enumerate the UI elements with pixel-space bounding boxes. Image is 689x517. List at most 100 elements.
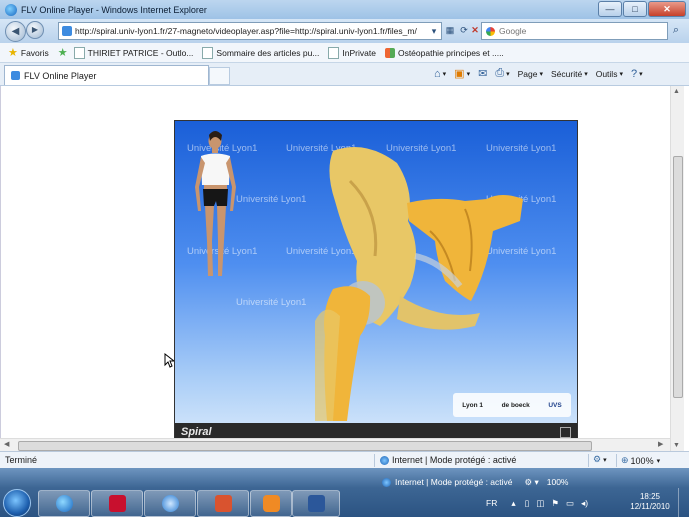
system-tray: FR ▴ ▯ ◫ ⚑ ▭ ◂): [486, 492, 588, 514]
search-icon[interactable]: ⌕: [669, 23, 683, 37]
protected-mode-button[interactable]: ⚙ ▾: [593, 454, 607, 465]
spiral-logo: Spiral: [181, 426, 212, 438]
taskbar-status: Internet | Mode protégé : activé ⚙ ▾ 100…: [382, 476, 569, 488]
status-bar: Terminé Internet | Mode protégé : activé…: [0, 451, 689, 469]
add-favorite-button[interactable]: ★: [58, 46, 71, 59]
address-dropdown-icon[interactable]: ▾: [427, 24, 441, 38]
tab-flv-online-player[interactable]: FLV Online Player: [4, 65, 209, 85]
tray-device-icon[interactable]: ▯: [525, 498, 530, 509]
tray-flag-icon[interactable]: ⚑: [551, 498, 559, 509]
printer-icon: ⎙: [495, 67, 505, 79]
window-title: FLV Online Player - Windows Internet Exp…: [21, 4, 207, 15]
clock-date: 12/11/2010: [630, 502, 670, 511]
tray-power-icon[interactable]: ▭: [566, 498, 574, 509]
quicktime-icon: [161, 495, 179, 512]
tab-bar: FLV Online Player ⌂ ▾ ▣ ▾ ✉ ⎙ ▾ Page ▾ Sécur…: [0, 63, 689, 86]
address-url[interactable]: http://spiral.univ-lyon1.fr/27-magneto/v…: [75, 26, 427, 36]
video-player[interactable]: Université Lyon1 Université Lyon1 Univer…: [174, 120, 578, 442]
page-favicon-icon: [11, 71, 20, 80]
site-icon: [384, 47, 395, 58]
presentation-icon: [214, 495, 232, 512]
back-button[interactable]: ◀: [5, 21, 26, 42]
scroll-left-icon[interactable]: ◀: [4, 440, 9, 448]
feeds-button[interactable]: ▣ ▾: [454, 67, 470, 80]
female-figure: [195, 131, 236, 276]
forward-button[interactable]: ▶: [26, 21, 44, 39]
vertical-scroll-thumb[interactable]: [673, 156, 683, 398]
mail-icon: ✉: [478, 68, 488, 80]
securite-menu[interactable]: Sécurité ▾: [551, 69, 588, 79]
tray-network-icon[interactable]: ◫: [536, 498, 544, 509]
print-button[interactable]: ⎙ ▾: [495, 67, 509, 80]
favorite-link-outlook[interactable]: THIRIET PATRICE - Outlo...: [73, 46, 193, 59]
mouse-cursor-icon: [164, 353, 174, 368]
page-icon: [328, 46, 340, 59]
page-favicon-icon: [62, 26, 72, 36]
anatomy-illustration: [195, 131, 523, 421]
page-menu[interactable]: Page ▾: [518, 69, 543, 79]
favorite-link-sommaire[interactable]: Sommaire des articles pu...: [202, 46, 319, 59]
command-bar: ⌂ ▾ ▣ ▾ ✉ ⎙ ▾ Page ▾ Sécurité ▾ Outils ▾ ? ▾: [426, 67, 643, 80]
navigation-bar: ◀ ▶ http://spiral.univ-lyon1.fr/27-magne…: [0, 19, 689, 43]
add-favorite-icon: ★: [57, 47, 68, 59]
taskbar-clock[interactable]: 18:25 12/11/2010: [628, 492, 672, 512]
settings-icon: ⚙: [593, 454, 602, 464]
windows-taskbar: Internet | Mode protégé : activé ⚙ ▾ 100…: [0, 468, 689, 517]
acrobat-reader-icon: [108, 495, 126, 512]
internet-explorer-icon: [55, 495, 73, 512]
zoom-indicator: 100%: [546, 477, 569, 487]
window-title-bar: FLV Online Player - Windows Internet Exp…: [0, 0, 689, 19]
zoom-control[interactable]: ⊕ 100% ▾: [621, 455, 660, 466]
taskbar-presentation[interactable]: [197, 490, 249, 517]
home-button[interactable]: ⌂ ▾: [434, 68, 446, 80]
taskbar-media-player[interactable]: [250, 490, 292, 517]
star-icon: ★: [8, 47, 18, 59]
taskbar-acrobat-reader[interactable]: [91, 490, 143, 517]
favorites-button[interactable]: ★ Favoris: [8, 46, 49, 59]
close-button[interactable]: ✕: [648, 1, 686, 17]
scroll-down-icon[interactable]: ▼: [673, 442, 680, 449]
help-button[interactable]: ? ▾: [631, 68, 643, 80]
scroll-right-icon[interactable]: ▶: [658, 440, 663, 448]
google-icon: [486, 26, 495, 36]
tray-volume-icon[interactable]: ◂): [581, 498, 588, 509]
horizontal-scrollbar[interactable]: ◀ ▶: [0, 438, 670, 452]
page-icon: [202, 46, 214, 59]
settings-icon: ⚙ ▾: [524, 476, 539, 487]
maximize-button[interactable]: □: [623, 1, 647, 17]
taskbar-internet-explorer[interactable]: [38, 490, 90, 517]
help-icon: ?: [630, 67, 638, 80]
tray-expand-icon[interactable]: ▴: [511, 498, 515, 509]
globe-icon: [380, 455, 389, 465]
mail-button[interactable]: ✉: [478, 67, 487, 80]
show-desktop-button[interactable]: [678, 488, 689, 517]
horizontal-scroll-thumb[interactable]: [18, 441, 592, 451]
outils-menu[interactable]: Outils ▾: [596, 69, 623, 79]
uvs-logo: UVS: [548, 401, 562, 409]
favorite-link-osteopathie[interactable]: Ostéopathie principes et .....: [384, 47, 504, 58]
search-input[interactable]: [499, 26, 649, 36]
favorite-link-inprivate[interactable]: InPrivate: [328, 46, 376, 59]
home-icon: ⌂: [434, 67, 441, 80]
taskbar-word[interactable]: [292, 490, 340, 517]
start-button[interactable]: [3, 489, 31, 517]
taskbar-quicktime[interactable]: [144, 490, 196, 517]
zoom-icon: ⊕: [621, 455, 629, 465]
compatibility-view-icon[interactable]: ▦: [443, 23, 457, 37]
partner-logos: Lyon 1 de boeck UVS: [453, 393, 571, 417]
fullscreen-button[interactable]: [560, 427, 571, 438]
stop-button[interactable]: ✕: [468, 23, 482, 37]
minimize-button[interactable]: —: [598, 1, 622, 17]
vertical-scrollbar[interactable]: ▲ ▼: [670, 86, 684, 451]
rss-icon: ▣: [454, 68, 465, 80]
media-player-icon: [262, 495, 280, 512]
internet-explorer-icon: [5, 3, 17, 16]
address-bar[interactable]: http://spiral.univ-lyon1.fr/27-magneto/v…: [58, 22, 442, 40]
security-zone[interactable]: Internet | Mode protégé : activé: [380, 455, 516, 465]
scroll-up-icon[interactable]: ▲: [673, 88, 680, 95]
search-box[interactable]: [481, 22, 668, 40]
page-icon: [73, 46, 85, 59]
lyon1-logo: Lyon 1: [462, 401, 483, 409]
new-tab-button[interactable]: [209, 67, 230, 85]
language-indicator[interactable]: FR: [486, 498, 497, 508]
